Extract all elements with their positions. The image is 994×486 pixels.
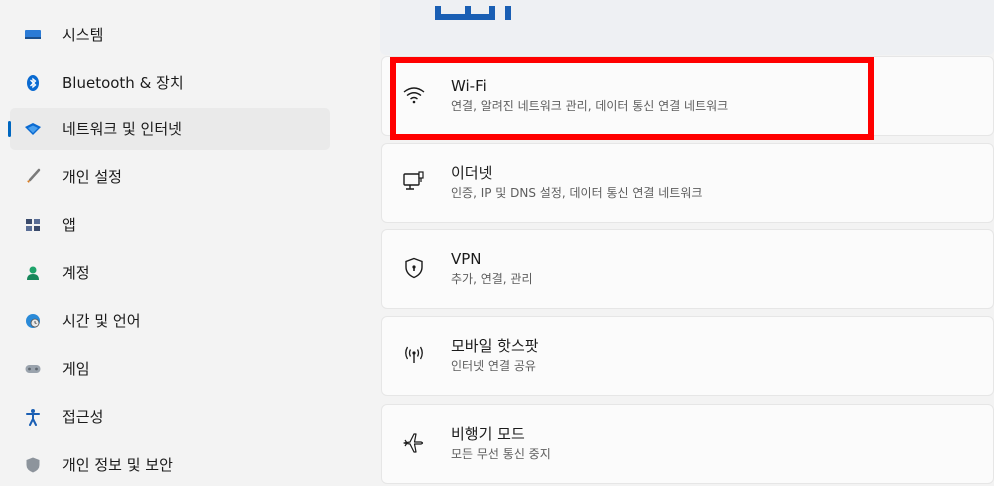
sidebar-item-apps[interactable]: 앱 <box>10 204 330 246</box>
vpn-card[interactable]: VPN 추가, 연결, 관리 <box>381 229 994 309</box>
ethernet-card[interactable]: 이더넷 인증, IP 및 DNS 설정, 데이터 통신 연결 네트워크 <box>381 143 994 223</box>
sidebar-item-label: 게임 <box>62 360 90 378</box>
sidebar-item-label: 앱 <box>62 216 76 234</box>
airplane-mode-card[interactable]: 비행기 모드 모든 무선 통신 중지 <box>381 404 994 484</box>
selection-indicator <box>8 121 11 137</box>
card-title: 이더넷 <box>451 164 493 182</box>
apps-icon <box>26 219 40 231</box>
bluetooth-icon <box>27 75 39 91</box>
sidebar-item-label: Bluetooth & 장치 <box>62 74 184 92</box>
main-content: Wi-Fi 연결, 알려진 네트워크 관리, 데이터 통신 연결 네트워크 이더… <box>345 0 994 484</box>
accessibility-icon <box>26 409 40 426</box>
airplane-icon <box>403 433 424 453</box>
card-title: Wi-Fi <box>451 77 487 95</box>
card-subtitle: 인터넷 연결 공유 <box>451 359 536 373</box>
gamepad-icon <box>25 365 41 373</box>
brush-icon <box>27 168 41 183</box>
card-subtitle: 추가, 연결, 관리 <box>451 272 533 286</box>
sidebar-item-label: 개인 설정 <box>62 168 122 186</box>
shield-icon <box>26 457 40 473</box>
sidebar-nav: 시스템 Bluetooth & 장치 네트워크 및 인터넷 개인 설정 앱 계정… <box>0 0 340 482</box>
card-title: 모바일 핫스팟 <box>451 337 539 355</box>
card-subtitle: 모든 무선 통신 중지 <box>451 447 551 461</box>
sidebar-item-gaming[interactable]: 게임 <box>10 348 330 390</box>
card-title: 비행기 모드 <box>451 425 525 443</box>
sidebar-item-system[interactable]: 시스템 <box>10 14 330 56</box>
sidebar-item-bluetooth[interactable]: Bluetooth & 장치 <box>10 62 330 104</box>
card-title: VPN <box>451 250 482 268</box>
sidebar-item-privacy[interactable]: 개인 정보 및 보안 <box>10 444 330 486</box>
sidebar-item-label: 시스템 <box>62 26 104 44</box>
card-subtitle: 인증, IP 및 DNS 설정, 데이터 통신 연결 네트워크 <box>451 186 703 200</box>
monitor-icon <box>25 30 41 39</box>
wifi-icon <box>403 87 425 104</box>
globe-clock-icon <box>26 314 40 328</box>
card-subtitle: 연결, 알려진 네트워크 관리, 데이터 통신 연결 네트워크 <box>451 99 729 113</box>
mobile-hotspot-card[interactable]: 모바일 핫스팟 인터넷 연결 공유 <box>381 316 994 396</box>
person-icon <box>27 266 39 280</box>
sidebar-item-accounts[interactable]: 계정 <box>10 252 330 294</box>
wifi-card[interactable]: Wi-Fi 연결, 알려진 네트워크 관리, 데이터 통신 연결 네트워크 <box>381 56 994 136</box>
sidebar-item-accessibility[interactable]: 접근성 <box>10 396 330 438</box>
sidebar-item-personalization[interactable]: 개인 설정 <box>10 156 330 198</box>
hotspot-icon <box>405 346 423 363</box>
sidebar-item-label: 계정 <box>62 264 90 282</box>
wifi-diamond-icon <box>25 123 41 135</box>
ethernet-icon <box>403 171 424 190</box>
network-banner-graphic <box>435 6 511 20</box>
sidebar-item-label: 시간 및 언어 <box>62 312 141 330</box>
sidebar-item-time-language[interactable]: 시간 및 언어 <box>10 300 330 342</box>
sidebar-item-network[interactable]: 네트워크 및 인터넷 <box>8 108 330 150</box>
sidebar-item-label: 개인 정보 및 보안 <box>62 456 173 474</box>
sidebar-item-label: 네트워크 및 인터넷 <box>62 120 182 138</box>
vpn-shield-icon <box>405 257 423 279</box>
sidebar-item-label: 접근성 <box>62 408 104 426</box>
header-banner <box>380 0 994 55</box>
